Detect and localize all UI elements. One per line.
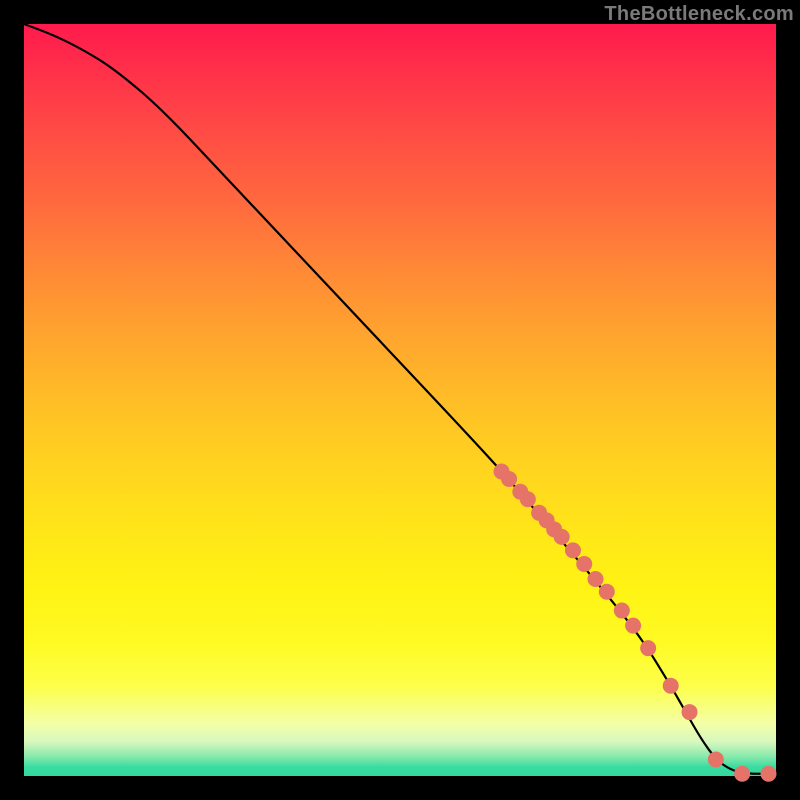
scatter-dot: [734, 766, 750, 782]
watermark-text: TheBottleneck.com: [604, 3, 794, 26]
scatter-dot: [588, 571, 604, 587]
scatter-dot: [614, 603, 630, 619]
scatter-dot: [663, 678, 679, 694]
scatter-dot: [576, 556, 592, 572]
scatter-dot: [520, 491, 536, 507]
scatter-dot: [501, 471, 517, 487]
scatter-dot: [708, 751, 724, 767]
scatter-dot: [625, 618, 641, 634]
scatter-dot: [682, 704, 698, 720]
curve-line: [24, 24, 776, 774]
scatter-dots: [494, 463, 777, 781]
scatter-dot: [760, 766, 776, 782]
outer-frame: TheBottleneck.com: [0, 0, 800, 800]
chart-overlay: [24, 24, 776, 776]
scatter-dot: [554, 529, 570, 545]
scatter-dot: [565, 542, 581, 558]
scatter-dot: [599, 584, 615, 600]
scatter-dot: [640, 640, 656, 656]
